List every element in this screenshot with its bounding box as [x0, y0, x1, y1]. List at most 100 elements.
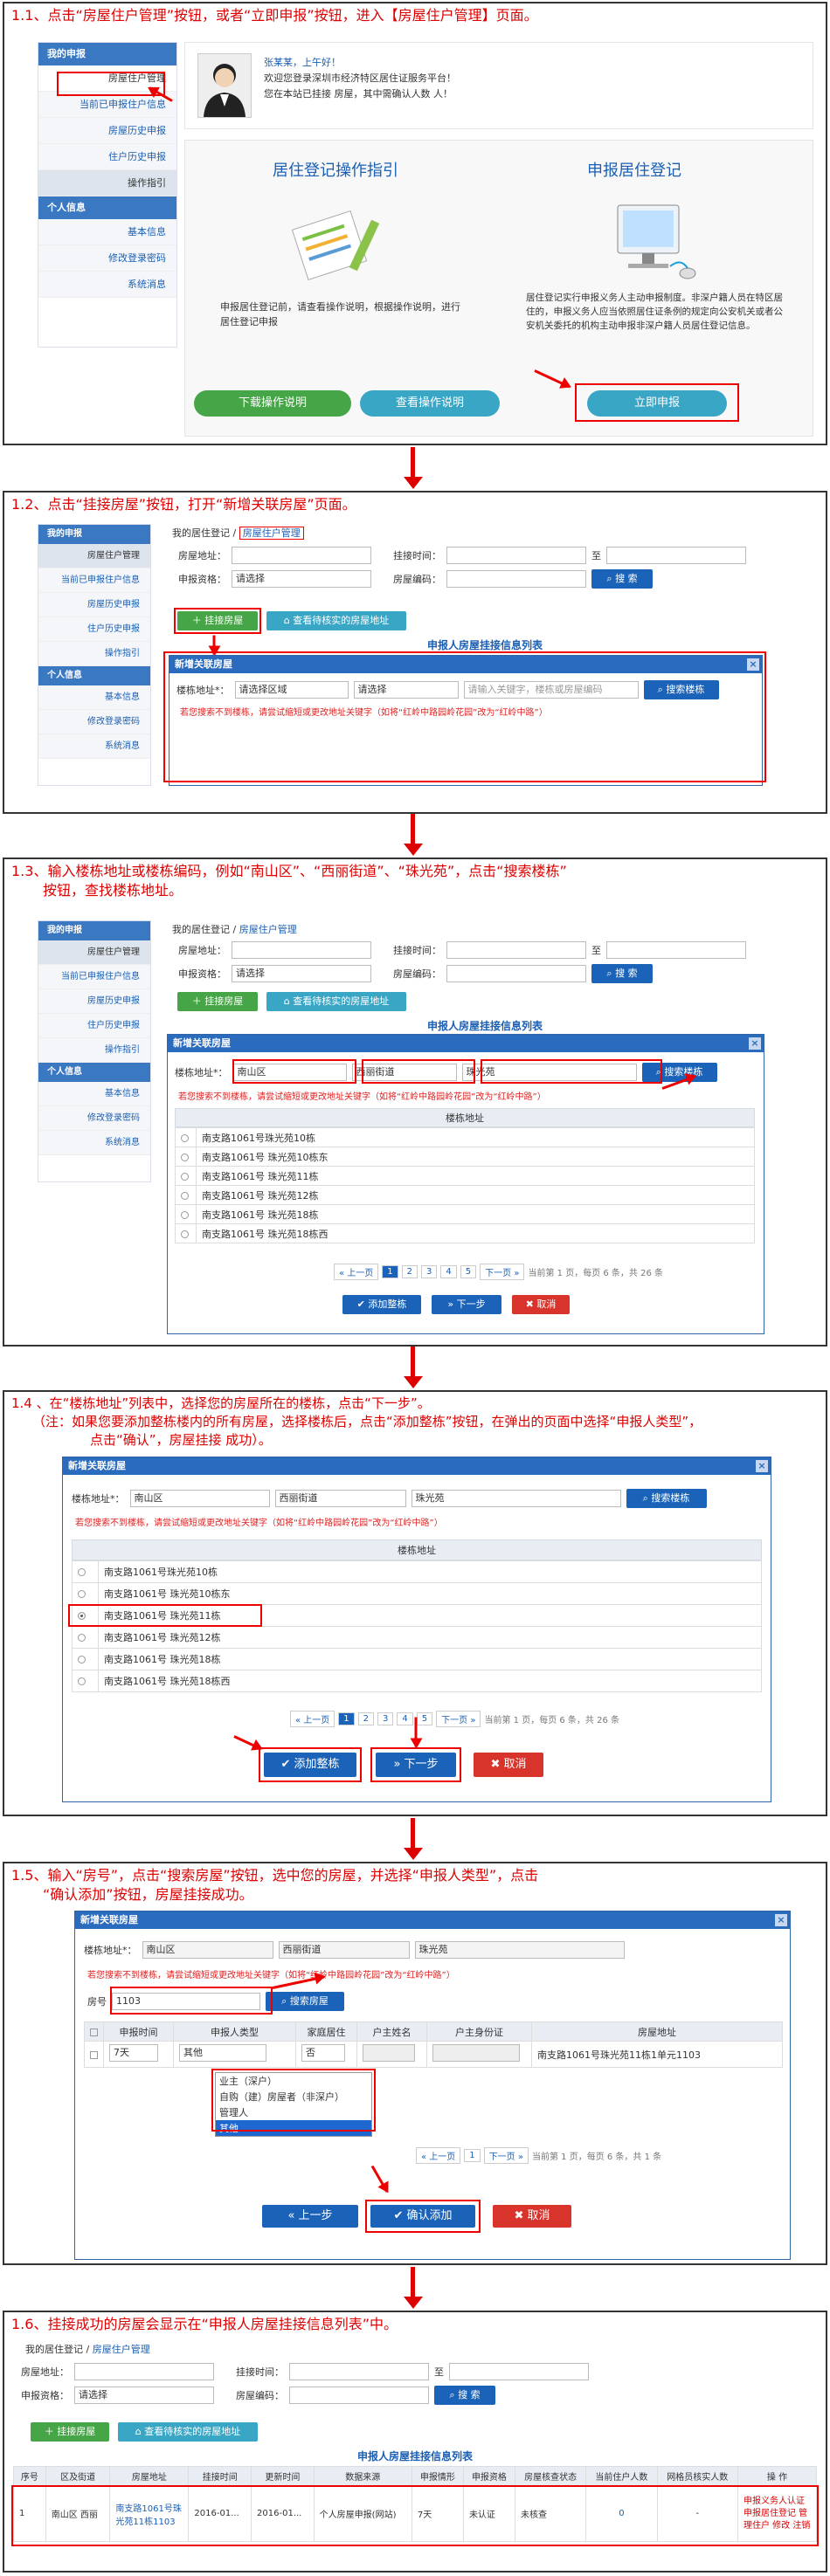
row-checkbox[interactable] [90, 2050, 98, 2059]
qualification-select[interactable]: 请选择 [232, 570, 371, 588]
download-guide-button[interactable]: 下载操作说明 [194, 390, 351, 417]
next-page-link[interactable]: 下一页 » [483, 2147, 529, 2164]
time-to-input[interactable] [606, 941, 746, 959]
code-input[interactable] [446, 965, 586, 982]
keyword-input[interactable]: 珠光苑 [414, 1941, 625, 1959]
table-row[interactable]: 南支路1061号珠光苑10栋 [72, 1560, 762, 1583]
table-row[interactable]: 南支路1061号 珠光苑11栋 [175, 1166, 755, 1186]
sidebar-item-current[interactable]: 当前已申报住户信息 [38, 568, 150, 593]
view-guide-button[interactable]: 查看操作说明 [360, 390, 500, 417]
page-link[interactable]: 5 [460, 1265, 477, 1278]
table-row[interactable]: 南支路1061号 珠光苑18栋 [175, 1204, 755, 1224]
close-icon[interactable]: × [756, 1460, 768, 1472]
page-link[interactable]: 4 [440, 1265, 457, 1278]
next-page-link[interactable]: 下一页 » [436, 1711, 481, 1727]
page-link[interactable]: 4 [397, 1712, 413, 1725]
attach-house-button[interactable]: ＋ 挂接房屋 [177, 992, 258, 1011]
prev-page-link[interactable]: « 上一页 [334, 1264, 379, 1280]
radio[interactable] [78, 1634, 86, 1642]
keyword-input[interactable]: 珠光苑 [411, 1490, 621, 1507]
table-row[interactable]: 南支路1061号 珠光苑10栋东 [175, 1147, 755, 1167]
sidebar-item-guide[interactable]: 操作指引 [38, 1038, 150, 1063]
code-input[interactable] [289, 2387, 429, 2404]
sidebar-item-messages[interactable]: 系统消息 [38, 1131, 150, 1155]
search-building-button[interactable]: ⌕ 搜索楼栋 [626, 1489, 707, 1508]
search-button[interactable]: ⌕ 搜 索 [434, 2386, 495, 2405]
prev-page-link[interactable]: « 上一页 [416, 2147, 461, 2164]
cancel-button[interactable]: ✖ 取消 [512, 1295, 570, 1314]
table-row[interactable]: 南支路1061号 珠光苑10栋东 [72, 1582, 762, 1605]
sidebar-item-basic[interactable]: 基本信息 [38, 685, 150, 710]
sidebar-item-house-history[interactable]: 房屋历史申报 [38, 593, 150, 617]
radio[interactable] [181, 1133, 189, 1142]
address-input[interactable] [74, 2363, 214, 2380]
page-link[interactable]: 3 [377, 1712, 394, 1725]
page-link[interactable]: 1 [382, 1265, 398, 1278]
page-link[interactable]: 5 [416, 1712, 433, 1725]
sidebar-item-password[interactable]: 修改登录密码 [38, 245, 176, 272]
radio[interactable] [181, 1229, 189, 1238]
radio[interactable] [78, 1568, 86, 1576]
radio[interactable] [181, 1191, 189, 1200]
report-time-select[interactable]: 7天 [109, 2044, 158, 2062]
prev-step-button[interactable]: « 上一步 [262, 2205, 358, 2228]
sidebar-item-basic[interactable]: 基本信息 [38, 219, 176, 245]
breadcrumb-home[interactable]: 我的居住登记 [172, 924, 230, 935]
page-link[interactable]: 1 [338, 1712, 355, 1725]
family-select[interactable]: 否 [301, 2044, 345, 2062]
sidebar-item-current[interactable]: 当前已申报住户信息 [38, 965, 150, 989]
sidebar-item-resident-history[interactable]: 住户历史申报 [38, 144, 176, 170]
address-input[interactable] [232, 547, 371, 564]
sidebar-item-house-history[interactable]: 房屋历史申报 [38, 118, 176, 144]
radio[interactable] [181, 1210, 189, 1219]
time-from-input[interactable] [446, 547, 586, 564]
sidebar-item-messages[interactable]: 系统消息 [38, 734, 150, 759]
table-row[interactable]: 南支路1061号 珠光苑12栋 [175, 1185, 755, 1205]
code-input[interactable] [446, 570, 586, 588]
table-row[interactable]: 南支路1061号 珠光苑18栋 [72, 1648, 762, 1670]
prev-page-link[interactable]: « 上一页 [290, 1711, 335, 1727]
table-row[interactable]: 南支路1061号 珠光苑18栋西 [72, 1670, 762, 1692]
table-row[interactable]: 南支路1061号珠光苑10栋 [175, 1127, 755, 1147]
sidebar-item-basic[interactable]: 基本信息 [38, 1082, 150, 1106]
close-icon[interactable]: × [775, 1914, 787, 1926]
time-from-input[interactable] [289, 2363, 429, 2380]
sidebar-item-house-management[interactable]: 房屋住户管理 [38, 544, 150, 568]
cancel-button[interactable]: ✖ 取消 [474, 1753, 543, 1777]
pending-address-button[interactable]: ⌂ 查看待核实的房屋地址 [118, 2422, 258, 2442]
radio[interactable] [78, 1656, 86, 1663]
page-link[interactable]: 2 [401, 1265, 418, 1278]
select-all-checkbox[interactable] [90, 2028, 98, 2036]
district-select[interactable]: 南山区 [129, 1490, 270, 1507]
cancel-button[interactable]: ✖ 取消 [493, 2205, 571, 2228]
sidebar-item-password[interactable]: 修改登录密码 [38, 710, 150, 734]
breadcrumb-home[interactable]: 我的居住登记 [25, 2344, 83, 2355]
pending-address-button[interactable]: ⌂ 查看待核实的房屋地址 [266, 611, 406, 630]
qualification-select[interactable]: 请选择 [74, 2387, 214, 2404]
search-button[interactable]: ⌕ 搜 索 [591, 964, 653, 983]
time-to-input[interactable] [449, 2363, 589, 2380]
address-input[interactable] [232, 941, 371, 959]
close-icon[interactable]: × [749, 1037, 761, 1050]
add-whole-building-button[interactable]: ✔ 添加整栋 [342, 1295, 421, 1314]
street-select[interactable]: 西丽街道 [278, 1941, 410, 1959]
sidebar-item-guide[interactable]: 操作指引 [38, 170, 176, 196]
sidebar-item-house-management[interactable]: 房屋住户管理 [38, 940, 150, 965]
sidebar-item-messages[interactable]: 系统消息 [38, 272, 176, 298]
district-select[interactable]: 南山区 [142, 1941, 273, 1959]
table-row[interactable]: 南支路1061号 珠光苑18栋西 [175, 1223, 755, 1243]
pending-address-button[interactable]: ⌂ 查看待核实的房屋地址 [266, 992, 406, 1011]
breadcrumb-home[interactable]: 我的居住登记 [172, 527, 230, 539]
owner-name-input[interactable] [363, 2044, 415, 2062]
next-step-button[interactable]: » 下一步 [432, 1295, 501, 1314]
radio[interactable] [78, 1677, 86, 1685]
time-to-input[interactable] [606, 547, 746, 564]
qualification-select[interactable]: 请选择 [232, 965, 371, 982]
next-page-link[interactable]: 下一页 » [480, 1264, 525, 1280]
table-row[interactable]: 南支路1061号 珠光苑12栋 [72, 1626, 762, 1649]
page-link[interactable]: 1 [464, 2149, 481, 2162]
owner-id-input[interactable] [432, 2044, 520, 2062]
room-table-row[interactable]: 7天 其他 否 南支路1061号珠光苑11栋1单元1103 [84, 2041, 783, 2068]
search-button[interactable]: ⌕ 搜 索 [591, 569, 653, 589]
time-from-input[interactable] [446, 941, 586, 959]
